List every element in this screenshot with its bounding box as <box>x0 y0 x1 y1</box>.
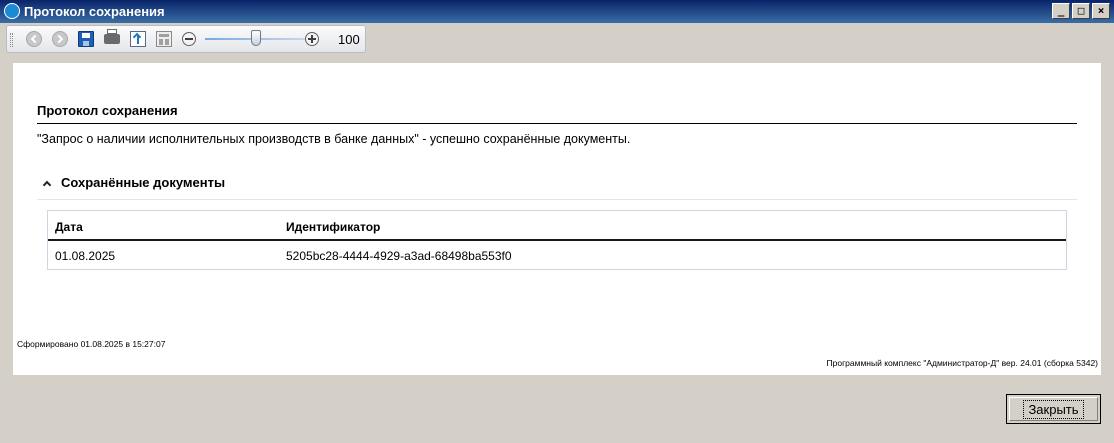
report-window: Протокол сохранения _ □ × 100 Протокол с… <box>0 0 1114 443</box>
export-icon[interactable] <box>130 31 146 47</box>
close-button-frame: Закрыть <box>1009 397 1098 421</box>
title-divider <box>37 123 1077 124</box>
window-controls: _ □ × <box>1050 3 1110 20</box>
generated-timestamp: Сформировано 01.08.2025 в 15:27:07 <box>17 339 166 349</box>
close-window-button[interactable]: × <box>1092 3 1110 19</box>
section-divider <box>37 199 1077 200</box>
window-title: Протокол сохранения <box>24 4 165 19</box>
app-icon <box>4 3 20 19</box>
table-row[interactable]: 01.08.2025 5205bc28-4444-4929-a3ad-68498… <box>48 241 1066 269</box>
zoom-out-icon[interactable] <box>182 32 196 46</box>
column-header-date: Дата <box>55 220 83 234</box>
report-title: Протокол сохранения <box>37 103 178 118</box>
cell-identifier: 5205bc28-4444-4929-a3ad-68498ba553f0 <box>286 249 512 263</box>
column-header-identifier: Идентификатор <box>286 220 381 234</box>
chevron-up-icon[interactable] <box>42 180 52 189</box>
cell-date: 01.08.2025 <box>55 249 116 263</box>
report-description: "Запрос о наличии исполнительных произво… <box>37 132 631 146</box>
zoom-in-icon[interactable] <box>305 32 319 46</box>
maximize-button[interactable]: □ <box>1072 3 1090 19</box>
toolbar-grip[interactable] <box>10 33 13 47</box>
saved-documents-table: Дата Идентификатор 01.08.2025 5205bc28-4… <box>47 210 1067 270</box>
section-header[interactable]: Сохранённые документы <box>42 175 226 190</box>
close-button[interactable]: Закрыть <box>1006 394 1101 424</box>
back-icon[interactable] <box>26 31 42 47</box>
zoom-slider-thumb[interactable] <box>251 30 261 46</box>
title-bar[interactable]: Протокол сохранения _ □ × <box>0 0 1114 23</box>
zoom-value: 100 <box>338 32 360 47</box>
viewer-toolbar: 100 <box>6 25 366 53</box>
minimize-button[interactable]: _ <box>1052 3 1070 19</box>
section-title: Сохранённые документы <box>61 175 226 190</box>
table-header: Дата Идентификатор <box>48 211 1066 241</box>
save-icon[interactable] <box>78 31 94 47</box>
close-button-label: Закрыть <box>1023 399 1084 419</box>
layout-icon[interactable] <box>156 31 172 47</box>
forward-icon[interactable] <box>52 31 68 47</box>
software-version: Программный комплекс "Администратор-Д" в… <box>826 358 1099 368</box>
report-document: Протокол сохранения "Запрос о наличии ис… <box>13 63 1101 375</box>
print-icon[interactable] <box>104 29 120 44</box>
